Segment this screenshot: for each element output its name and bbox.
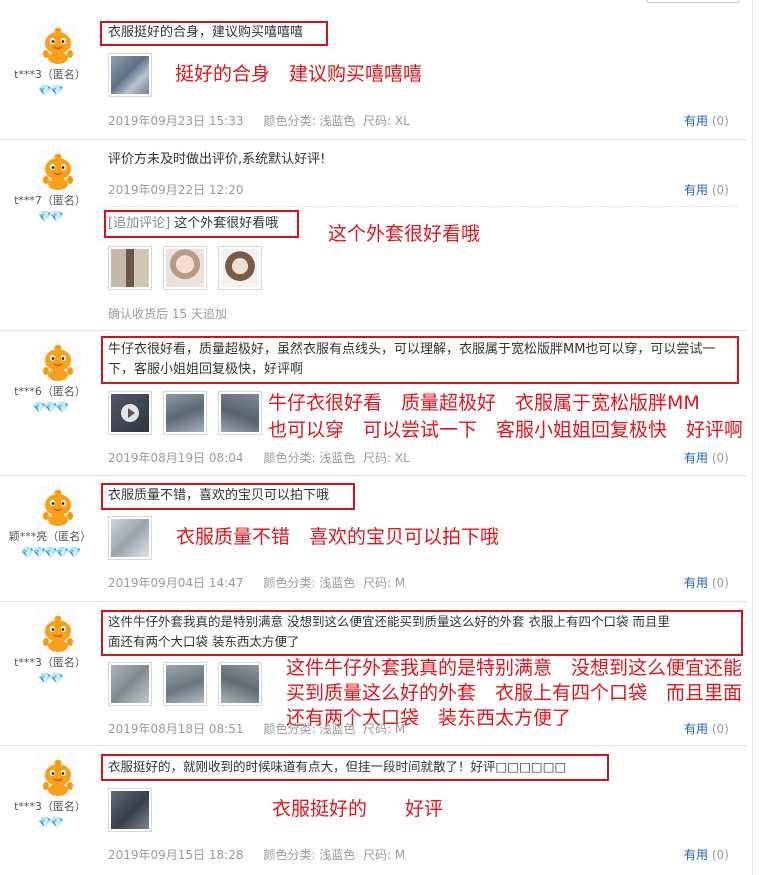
review-item: 颖***亮（匿名） 💎💎💎💎💎 衣服质量不错，喜欢的宝贝可以拍下哦 衣服质量不错… — [0, 476, 750, 601]
review-item: t***7（匿名） 💎💎 评价方未及时做出评价,系统默认好评! 2019年09月… — [0, 140, 750, 330]
review-item: t***6（匿名） 💎💎💎 牛仔衣很好看，质量超极好，虽然衣服有点线头，可以理解… — [0, 331, 750, 476]
review-photo-thumbnail[interactable] — [218, 662, 262, 706]
review-text: 衣服质量不错，喜欢的宝贝可以拍下哦 — [108, 488, 330, 503]
level-diamond-icon: 💎💎💎 — [32, 401, 69, 414]
review-meta: 2019年08月18日 08:51 颜色分类: 浅蓝色 尺码: M — [108, 722, 406, 736]
annotation-text: 也可以穿 可以尝试一下 客服小姐姐回复极快 好评啊 — [268, 419, 744, 441]
useful-button[interactable]: 有用 (0) — [684, 574, 729, 591]
review-text: 衣服挺好的，就刚收到的时候味道有点大，但挂一段时间就散了！好评□□□□□□ — [108, 759, 567, 774]
level-diamond-icon: 💎💎💎💎💎 — [20, 546, 81, 559]
annotation-text: 这件牛仔外套我真的是特别满意 没想到这么便宜还能 — [286, 657, 743, 679]
review-photo-thumbnail[interactable] — [218, 246, 262, 290]
level-diamond-icon: 💎💎 — [38, 816, 63, 829]
level-diamond-icon: 💎💎 — [38, 210, 63, 223]
level-diamond-icon: 💎💎 — [38, 672, 63, 685]
review-meta: 2019年09月04日 14:47 颜色分类: 浅蓝色 尺码: M — [108, 576, 406, 590]
review-meta: 2019年08月19日 08:04 颜色分类: 浅蓝色 尺码: XL — [108, 451, 410, 465]
reviewer-name: t***6（匿名） — [14, 385, 86, 398]
review-text-line: 面还有两个大口袋 装东西太方便了 — [108, 634, 300, 649]
color-value: 浅蓝色 — [319, 451, 356, 465]
review-text: 衣服挺好的合身，建议购买嘻嘻嘻 — [108, 25, 304, 40]
annotation-text: 衣服挺好的 好评 — [272, 798, 444, 820]
append-review-text: [追加评论] 这个外套很好看哦 — [108, 216, 279, 231]
annotation-text: 买到质量这么好的外套 衣服上有四个口袋 而且里面 — [286, 682, 743, 704]
play-icon[interactable] — [121, 404, 139, 422]
review-date: 2019年09月04日 14:47 — [108, 576, 244, 590]
annotation-text: 衣服质量不错 喜欢的宝贝可以拍下哦 — [176, 526, 500, 548]
review-photo-thumbnail[interactable] — [108, 788, 152, 832]
annotation-text: 牛仔衣很好看 质量超极好 衣服属于宽松版胖MM — [268, 392, 700, 414]
review-meta: 2019年09月15日 18:28 颜色分类: 浅蓝色 尺码: M — [108, 848, 406, 862]
review-item: t***3（匿名） 💎💎 衣服挺好的，就刚收到的时候味道有点大，但挂一段时间就散… — [0, 746, 750, 875]
size-value: XL — [394, 114, 410, 128]
avatar-icon — [38, 486, 78, 526]
size-value: M — [394, 848, 406, 862]
review-date: 2019年08月18日 08:51 — [108, 722, 244, 736]
review-text: 评价方未及时做出评价,系统默认好评! — [108, 152, 326, 167]
review-date: 2019年08月19日 08:04 — [108, 451, 244, 465]
reviewer-name: t***3（匿名） — [14, 68, 86, 81]
size-value: M — [394, 722, 406, 736]
review-photo-thumbnail[interactable] — [218, 391, 262, 435]
review-photo-thumbnail[interactable] — [163, 246, 207, 290]
useful-button[interactable]: 有用 (0) — [684, 720, 729, 737]
avatar-icon — [38, 24, 78, 64]
review-date: 2019年09月23日 15:33 — [108, 114, 244, 128]
avatar-icon — [38, 150, 78, 190]
review-photo-thumbnail[interactable] — [163, 391, 207, 435]
right-border — [752, 0, 753, 875]
review-photo-thumbnail[interactable] — [108, 246, 152, 290]
append-tag: [追加评论] — [108, 216, 171, 231]
avatar-icon — [38, 341, 78, 381]
review-date: 2019年09月22日 12:20 — [108, 183, 244, 197]
review-meta: 2019年09月23日 15:33 颜色分类: 浅蓝色 尺码: XL — [108, 114, 410, 128]
reviewer-name: t***7（匿名） — [14, 194, 86, 207]
review-video-thumbnail[interactable] — [108, 391, 152, 435]
append-note: 确认收货后 15 天追加 — [108, 307, 227, 321]
avatar-icon — [38, 756, 78, 796]
color-value: 浅蓝色 — [319, 848, 356, 862]
useful-button[interactable]: 有用 (0) — [684, 449, 729, 466]
reviewer-name: t***3（匿名） — [14, 800, 86, 813]
review-photo-thumbnail[interactable] — [108, 516, 152, 560]
useful-button[interactable]: 有用 (0) — [684, 181, 729, 198]
size-value: M — [394, 576, 406, 590]
useful-button[interactable]: 有用 (0) — [684, 112, 729, 129]
review-photo-thumbnail[interactable] — [108, 662, 152, 706]
review-photo-thumbnail[interactable] — [163, 662, 207, 706]
reviewer-name: t***3（匿名） — [14, 656, 86, 669]
review-date: 2019年09月15日 18:28 — [108, 848, 244, 862]
color-value: 浅蓝色 — [319, 576, 356, 590]
level-diamond-icon: 💎💎 — [38, 84, 63, 97]
color-value: 浅蓝色 — [319, 114, 356, 128]
review-photo-thumbnail[interactable] — [108, 53, 152, 97]
append-divider — [108, 206, 738, 207]
annotation-text: 这个外套很好看哦 — [328, 223, 481, 245]
color-value: 浅蓝色 — [319, 722, 356, 736]
avatar-icon — [38, 612, 78, 652]
review-text: 牛仔衣很好看，质量超极好，虽然衣服有点线头，可以理解，衣服属于宽松版胖MM也可以… — [108, 342, 716, 377]
annotation-text: 挺好的合身 建议购买嘻嘻嘻 — [175, 63, 423, 85]
reviewer-name: 颖***亮（匿名） — [8, 530, 92, 543]
review-item: t***3（匿名） 💎💎 衣服挺好的合身，建议购买嘻嘻嘻 挺好的合身 建议购买嘻… — [0, 0, 750, 140]
review-item: t***3（匿名） 💎💎 这件牛仔外套我真的是特别满意 没想到这么便宜还能买到质… — [0, 602, 750, 745]
review-text-line: 这件牛仔外套我真的是特别满意 没想到这么便宜还能买到质量这么好的外套 衣服上有四… — [108, 614, 670, 629]
size-value: XL — [394, 451, 410, 465]
useful-button[interactable]: 有用 (0) — [684, 846, 729, 863]
